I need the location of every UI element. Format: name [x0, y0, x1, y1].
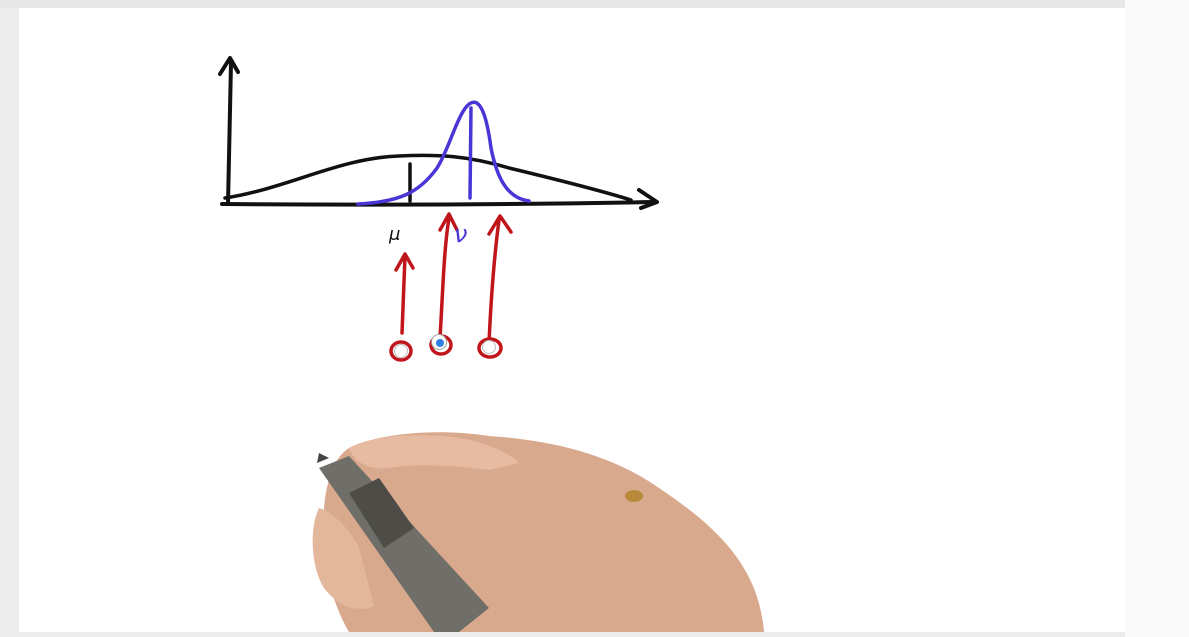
arrow-right	[487, 218, 501, 345]
narrow-distribution-curve	[356, 100, 531, 206]
whiteboard-drawing	[218, 56, 764, 632]
hand-illustration	[312, 432, 764, 632]
arrow-left	[400, 254, 407, 335]
x-axis-arrow-icon	[637, 188, 659, 210]
pen-tip	[317, 453, 329, 463]
nu-tick	[468, 106, 473, 200]
option-left-radio[interactable]	[394, 344, 408, 358]
option-middle-radio[interactable]	[432, 335, 446, 349]
option-right-radio[interactable]	[482, 340, 496, 354]
mu-label: μ	[389, 224, 401, 245]
top-bar	[0, 0, 1189, 8]
x-axis	[220, 200, 657, 207]
side-strip	[1125, 0, 1189, 637]
arrow-middle	[438, 216, 451, 340]
y-axis	[226, 61, 233, 206]
ring	[625, 490, 643, 502]
video-frame: μ ν	[19, 8, 1125, 632]
nu-label: ν	[454, 220, 468, 248]
